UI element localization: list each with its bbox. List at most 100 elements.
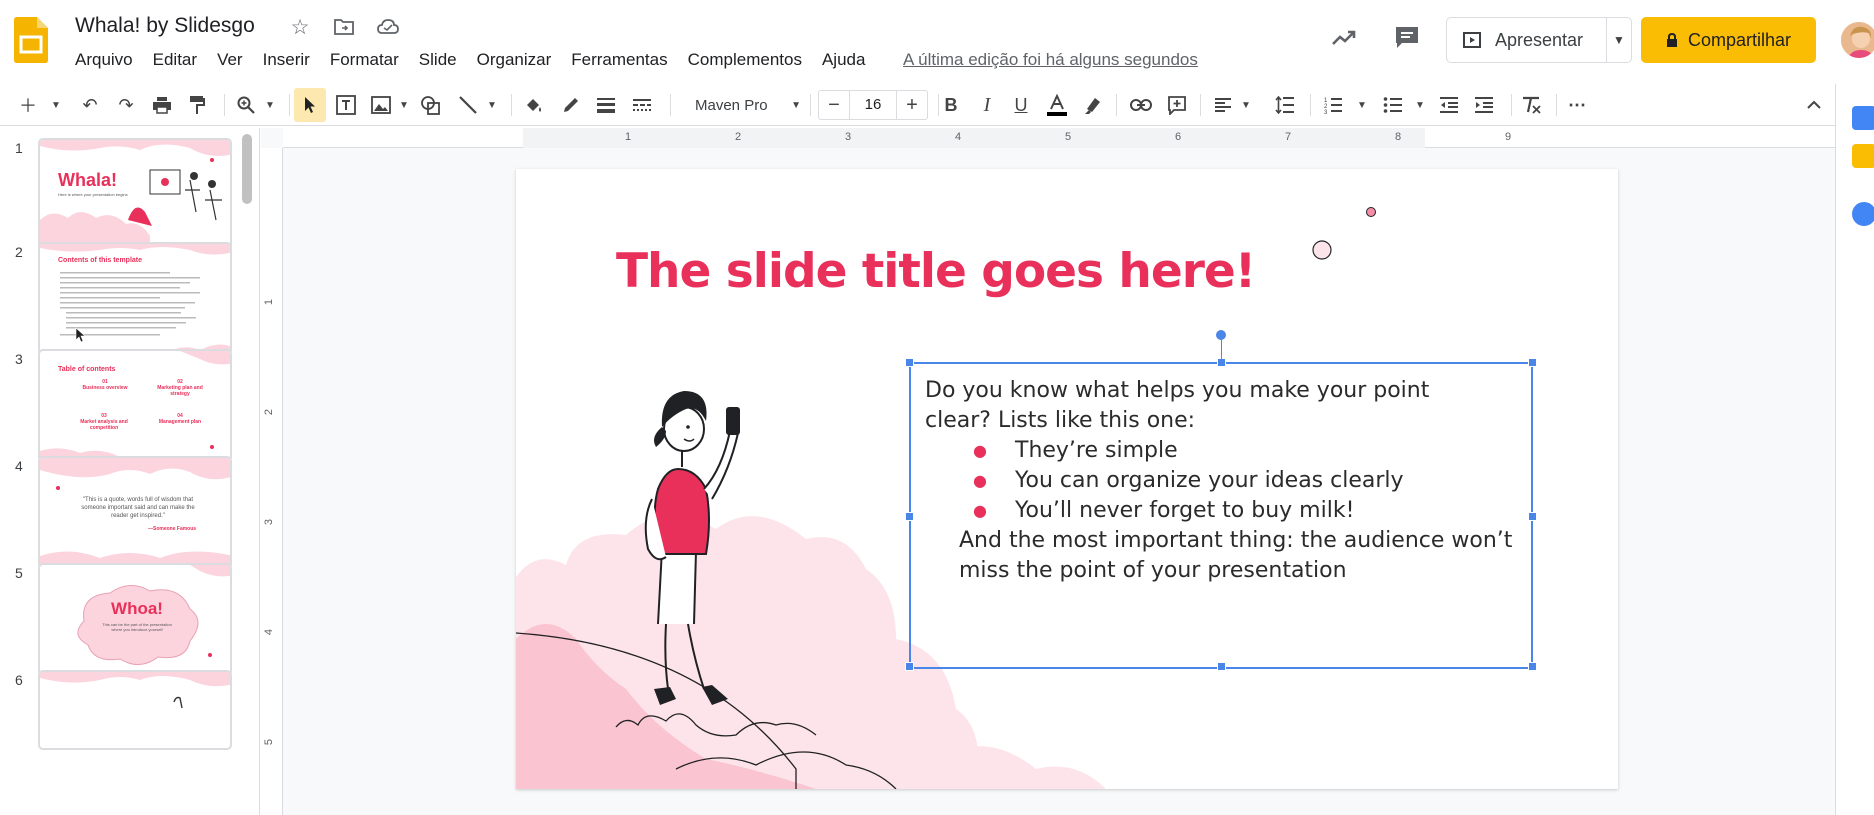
document-title[interactable]: Whala! by Slidesgo xyxy=(75,14,255,38)
menu-inserir[interactable]: Inserir xyxy=(253,48,320,72)
thumb-row-6[interactable]: 6 xyxy=(0,660,245,780)
border-color-icon[interactable] xyxy=(557,84,585,126)
ruler-tick: 8 xyxy=(1395,131,1402,143)
line-dropdown-icon[interactable]: ▼ xyxy=(484,84,500,126)
last-edit-link[interactable]: A última edição foi há alguns segundos xyxy=(903,50,1198,70)
resize-handle-se[interactable] xyxy=(1528,662,1537,671)
star-icon[interactable]: ☆ xyxy=(288,15,312,39)
print-icon[interactable] xyxy=(148,84,176,126)
menu-ver[interactable]: Ver xyxy=(207,48,253,72)
text-color-icon[interactable] xyxy=(1042,84,1072,126)
font-size-input[interactable]: 16 xyxy=(849,91,897,119)
cloud-saved-icon[interactable] xyxy=(376,15,400,39)
menu-organizar[interactable]: Organizar xyxy=(467,48,562,72)
present-main[interactable]: Apresentar xyxy=(1447,18,1607,62)
menu-arquivo[interactable]: Arquivo xyxy=(65,48,143,72)
menu-editar[interactable]: Editar xyxy=(143,48,207,72)
user-avatar[interactable] xyxy=(1839,20,1874,60)
collapse-toolbar-icon[interactable] xyxy=(1800,84,1828,126)
present-button[interactable]: Apresentar ▼ xyxy=(1446,17,1632,63)
activity-trend-icon[interactable] xyxy=(1330,24,1358,52)
tasks-icon[interactable] xyxy=(1852,202,1874,226)
line-icon[interactable] xyxy=(454,84,482,126)
ruler-tick: 9 xyxy=(1505,131,1512,143)
redo-icon[interactable]: ↷ xyxy=(112,84,140,126)
share-button[interactable]: Compartilhar xyxy=(1641,17,1816,63)
increase-indent-icon[interactable] xyxy=(1469,84,1499,126)
insert-image-icon[interactable] xyxy=(367,84,395,126)
undo-icon[interactable]: ↶ xyxy=(76,84,104,126)
present-dropdown-icon[interactable]: ▼ xyxy=(1607,33,1631,47)
new-slide-icon[interactable]: ＋ xyxy=(14,84,42,126)
align-dropdown-icon[interactable]: ▼ xyxy=(1238,84,1254,126)
menu-ferramentas[interactable]: Ferramentas xyxy=(561,48,677,72)
ruler-tick: 3 xyxy=(845,131,852,143)
highlight-color-icon[interactable] xyxy=(1078,84,1108,126)
image-dropdown-icon[interactable]: ▼ xyxy=(396,84,412,126)
underline-icon[interactable]: U xyxy=(1006,84,1036,126)
align-left-icon[interactable] xyxy=(1208,84,1238,126)
menu-slide[interactable]: Slide xyxy=(409,48,467,72)
thumb-row-5[interactable]: 5 Whoa! This can be the part of the pres… xyxy=(0,553,245,676)
menu-bar: Arquivo Editar Ver Inserir Formatar Slid… xyxy=(65,48,875,72)
separator xyxy=(224,94,225,116)
calendar-icon[interactable] xyxy=(1852,106,1874,130)
new-slide-dropdown-icon[interactable]: ▼ xyxy=(48,84,64,126)
font-select[interactable]: Maven Pro ▼ xyxy=(687,90,807,120)
menu-ajuda[interactable]: Ajuda xyxy=(812,48,875,72)
bulleted-list-icon[interactable] xyxy=(1378,84,1408,126)
resize-handle-s[interactable] xyxy=(1217,662,1226,671)
menu-complementos[interactable]: Complementos xyxy=(678,48,812,72)
line-spacing-icon[interactable] xyxy=(1270,84,1300,126)
toolbar: ＋ ▼ ↶ ↷ ▼ ▼ ▼ Maven Pro ▼ − 16 + B I U ▼… xyxy=(0,84,1874,126)
paint-format-icon[interactable] xyxy=(183,84,211,126)
italic-icon[interactable]: I xyxy=(972,84,1002,126)
add-comment-icon[interactable] xyxy=(1162,84,1192,126)
thumb-row-1[interactable]: 1 Whala! Here is where your presentation… xyxy=(0,128,245,251)
more-options-icon[interactable]: ⋯ xyxy=(1562,84,1592,126)
resize-handle-ne[interactable] xyxy=(1528,358,1537,367)
border-dash-icon[interactable] xyxy=(628,84,656,126)
thumb-5-title: Whoa! xyxy=(111,599,163,618)
separator xyxy=(1116,94,1117,116)
slide-canvas[interactable]: The slide title goes here! Do you know w… xyxy=(516,169,1618,789)
ruler-tick: 1 xyxy=(263,298,276,306)
zoom-icon[interactable] xyxy=(232,84,260,126)
comment-icon[interactable] xyxy=(1393,24,1421,52)
shape-icon[interactable] xyxy=(416,84,444,126)
font-size-increase-icon[interactable]: + xyxy=(897,94,927,117)
numbered-list-dropdown-icon[interactable]: ▼ xyxy=(1354,84,1370,126)
selected-text-box[interactable]: Do you know what helps you make your poi… xyxy=(905,330,1537,671)
border-weight-icon[interactable] xyxy=(592,84,620,126)
bold-icon[interactable]: B xyxy=(936,84,966,126)
resize-handle-nw[interactable] xyxy=(905,358,914,367)
thumb-row-3[interactable]: 3 Table of contents 01 Business overview … xyxy=(0,339,245,462)
resize-handle-e[interactable] xyxy=(1528,512,1537,521)
resize-handle-w[interactable] xyxy=(905,512,914,521)
clear-formatting-icon[interactable] xyxy=(1516,84,1546,126)
move-folder-icon[interactable] xyxy=(332,15,356,39)
bullet-item: You can organize your ideas clearly xyxy=(925,466,1525,496)
thumb-row-2[interactable]: 2 Contents of this template xyxy=(0,232,245,355)
fill-color-icon[interactable] xyxy=(520,84,548,126)
slides-logo-icon[interactable] xyxy=(14,17,48,63)
decrease-indent-icon[interactable] xyxy=(1434,84,1464,126)
rotate-handle[interactable] xyxy=(1216,330,1226,340)
insert-link-icon[interactable] xyxy=(1126,84,1156,126)
bulleted-list-dropdown-icon[interactable]: ▼ xyxy=(1412,84,1428,126)
thumb-row-4[interactable]: 4 "This is a quote, words full of wisdom… xyxy=(0,446,245,569)
share-label: Compartilhar xyxy=(1687,29,1792,50)
zoom-dropdown-icon[interactable]: ▼ xyxy=(262,84,278,126)
select-cursor-icon[interactable] xyxy=(294,88,326,122)
font-size-decrease-icon[interactable]: − xyxy=(819,94,849,117)
numbered-list-icon[interactable]: 123 xyxy=(1318,84,1348,126)
menu-formatar[interactable]: Formatar xyxy=(320,48,409,72)
text-box-content[interactable]: Do you know what helps you make your poi… xyxy=(925,376,1525,586)
slide-title[interactable]: The slide title goes here! xyxy=(616,244,1256,299)
vertical-ruler: 1 2 3 4 5 xyxy=(261,148,283,815)
ruler-tick: 2 xyxy=(263,408,276,416)
resize-handle-sw[interactable] xyxy=(905,662,914,671)
text-box-icon[interactable] xyxy=(332,84,360,126)
slide-thumbnail-6[interactable] xyxy=(38,670,232,750)
keep-icon[interactable] xyxy=(1852,144,1874,168)
